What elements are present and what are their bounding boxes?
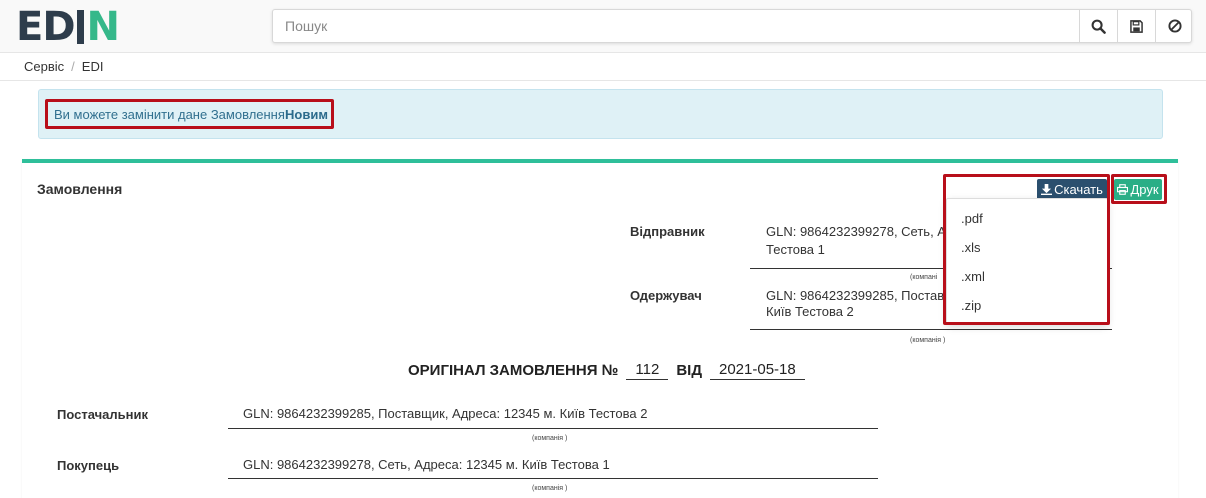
supplier-value: GLN: 9864232399285, Поставщик, Адреса: 1… bbox=[243, 406, 648, 421]
info-alert: Ви можете замінити дане Замовлення Новим bbox=[38, 89, 1163, 139]
cancel-icon bbox=[1167, 19, 1182, 33]
buyer-hint: (компанія ) bbox=[532, 485, 568, 492]
sender-label: Відправник bbox=[630, 224, 705, 239]
receiver-hint: (компанія ) bbox=[910, 337, 946, 344]
alert-message: Ви можете замінити дане Замовлення bbox=[54, 107, 285, 122]
top-header: ED N bbox=[0, 0, 1206, 53]
buyer-underline bbox=[228, 478, 878, 479]
save-button[interactable] bbox=[1117, 10, 1155, 42]
search-input[interactable] bbox=[273, 10, 1079, 42]
annotation-highlight-print bbox=[1111, 174, 1167, 204]
panel-title: Замовлення bbox=[37, 181, 123, 197]
receiver-line-2: Київ Тестова 2 bbox=[766, 304, 854, 319]
breadcrumb-separator: / bbox=[71, 59, 75, 74]
supplier-underline bbox=[228, 428, 878, 429]
order-number: 112 bbox=[626, 361, 669, 380]
save-icon bbox=[1130, 19, 1143, 33]
order-title-row: ОРИГІНАЛ ЗАМОВЛЕННЯ № 112 ВІД 2021-05-18 bbox=[408, 361, 813, 380]
sender-line-1: GLN: 9864232399278, Сеть, Адр bbox=[766, 224, 961, 239]
order-from-label: ВІД bbox=[676, 362, 702, 379]
sender-line-2: Тестова 1 bbox=[766, 242, 825, 257]
search-box bbox=[272, 9, 1192, 43]
search-button[interactable] bbox=[1079, 10, 1117, 42]
buyer-label: Покупець bbox=[57, 458, 120, 473]
order-title: ОРИГІНАЛ ЗАМОВЛЕННЯ № bbox=[408, 362, 619, 379]
breadcrumb-service[interactable]: Сервіс bbox=[24, 59, 64, 74]
buyer-value: GLN: 9864232399278, Сеть, Адреса: 12345 … bbox=[243, 457, 610, 472]
search-icon bbox=[1091, 19, 1106, 34]
edin-logo[interactable]: ED N bbox=[16, 4, 120, 50]
breadcrumb-edi[interactable]: EDI bbox=[82, 59, 104, 74]
logo-i-bar bbox=[76, 10, 84, 44]
sender-hint: (компані bbox=[910, 274, 938, 281]
cancel-button[interactable] bbox=[1155, 10, 1193, 42]
order-date: 2021-05-18 bbox=[710, 361, 805, 380]
replace-with-new-link[interactable]: Новим bbox=[285, 107, 328, 122]
supplier-hint: (компанія ) bbox=[532, 435, 568, 442]
receiver-underline bbox=[750, 329, 1112, 330]
logo-text-left: ED bbox=[16, 4, 76, 50]
annotation-highlight-download bbox=[943, 174, 1110, 325]
receiver-label: Одержувач bbox=[630, 288, 702, 303]
breadcrumb: Сервіс / EDI bbox=[0, 53, 1206, 81]
supplier-label: Постачальник bbox=[57, 407, 148, 422]
logo-text-right: N bbox=[86, 4, 120, 50]
